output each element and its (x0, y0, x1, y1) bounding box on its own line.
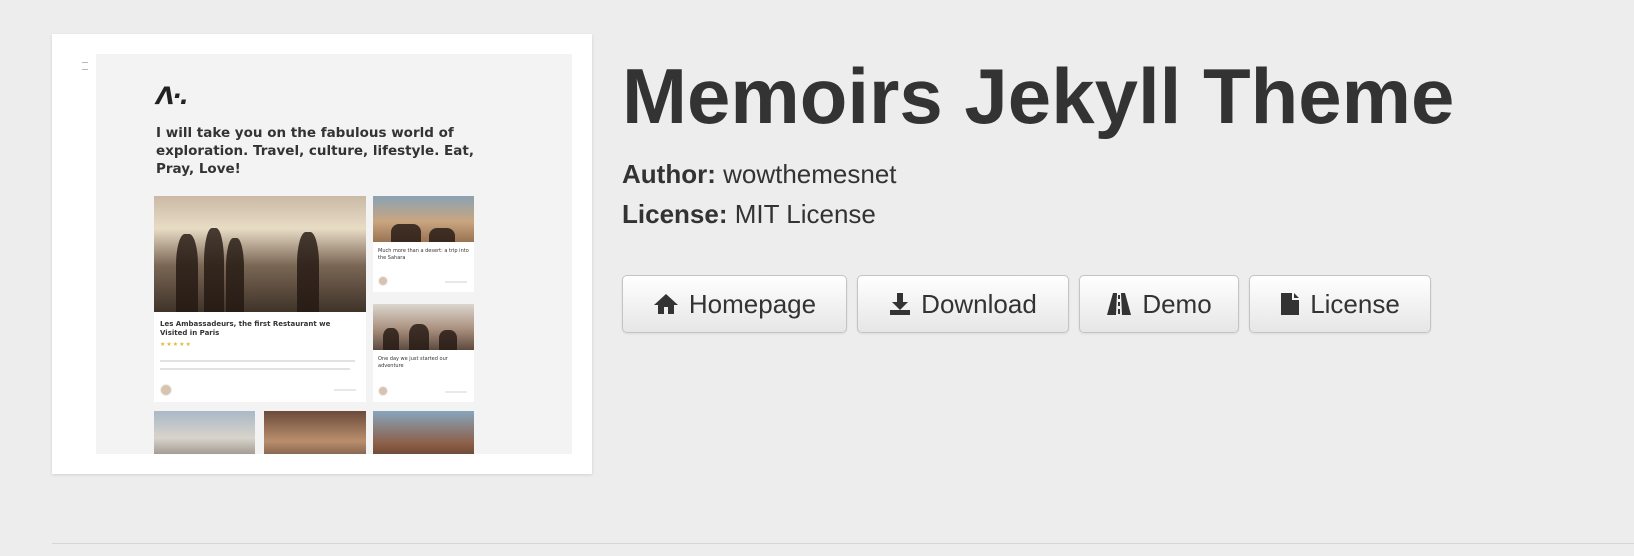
photo-figure (391, 224, 421, 242)
preview-bottom-card (373, 411, 474, 454)
menu-icon (82, 62, 88, 70)
theme-preview-thumbnail[interactable]: Λ·. I will take you on the fabulous worl… (52, 34, 592, 474)
preview-avatar (160, 384, 172, 396)
road-icon (1107, 293, 1132, 315)
photo-figure (439, 330, 457, 350)
page-title: Memoirs Jekyll Theme (622, 52, 1455, 140)
license-button[interactable]: License (1249, 275, 1431, 333)
home-icon (653, 294, 678, 314)
photo-figure (176, 234, 198, 312)
preview-page: Λ·. I will take you on the fabulous worl… (96, 54, 572, 454)
license-value: MIT License (734, 199, 876, 229)
preview-side-card: Much more than a desert: a trip into the… (373, 196, 474, 292)
preview-bottom-photo (154, 411, 255, 454)
preview-bottom-photo (264, 411, 366, 454)
license-button-label: License (1310, 288, 1400, 319)
preview-featured-title: Les Ambassadeurs, the first Restaurant w… (160, 320, 331, 337)
photo-figure (429, 228, 455, 242)
preview-rating-stars: ★★★★★ (160, 342, 192, 348)
download-icon (890, 293, 911, 315)
preview-side-title: One day we just started our adventure (378, 356, 448, 369)
photo-figure (204, 228, 224, 312)
preview-date (445, 281, 467, 283)
preview-excerpt-line (160, 368, 350, 370)
preview-side-photo (373, 304, 474, 350)
preview-tagline: I will take you on the fabulous world of… (156, 125, 474, 177)
photo-figure (226, 238, 244, 312)
download-button[interactable]: Download (857, 275, 1069, 333)
preview-featured-photo (154, 196, 366, 312)
preview-bottom-card (264, 411, 366, 454)
demo-button-label: Demo (1142, 288, 1212, 319)
homepage-button[interactable]: Homepage (622, 275, 847, 333)
author-line: Author: wowthemesnet (622, 158, 897, 190)
preview-featured-card: Les Ambassadeurs, the first Restaurant w… (154, 196, 366, 402)
preview-avatar (378, 276, 388, 286)
author-value: wowthemesnet (723, 159, 897, 189)
preview-bottom-photo (373, 411, 474, 454)
preview-side-card: One day we just started our adventure (373, 304, 474, 402)
preview-side-title: Much more than a desert: a trip into the… (378, 248, 469, 261)
preview-date (334, 389, 356, 391)
license-line: License: MIT License (622, 198, 876, 230)
homepage-button-label: Homepage (688, 288, 817, 319)
preview-side-photo (373, 196, 474, 242)
preview-avatar (378, 386, 388, 396)
photo-figure (409, 324, 429, 350)
license-label: License: (622, 199, 728, 229)
preview-excerpt-line (160, 360, 355, 362)
author-label: Author: (622, 159, 716, 189)
file-icon (1281, 293, 1300, 315)
preview-logo: Λ·. (156, 82, 189, 110)
photo-figure (383, 328, 399, 350)
photo-figure (297, 232, 319, 312)
preview-bottom-card (154, 411, 255, 454)
section-divider (52, 543, 1634, 544)
demo-button[interactable]: Demo (1079, 275, 1239, 333)
preview-date (445, 391, 467, 393)
download-button-label: Download (921, 288, 1037, 319)
